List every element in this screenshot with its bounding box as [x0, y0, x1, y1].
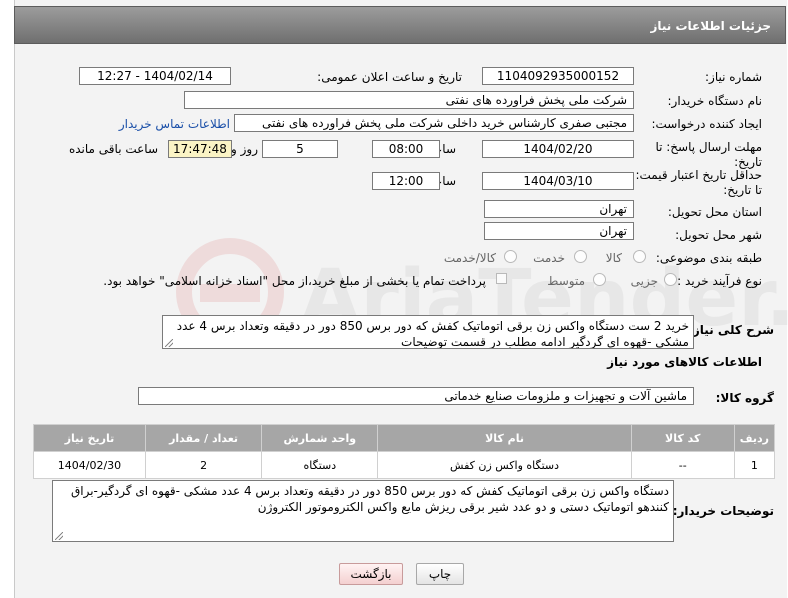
category-radio-goods[interactable]: [633, 250, 646, 263]
purchase-radio-medium[interactable]: [593, 273, 606, 286]
purchase-option-minor: جزیی: [630, 274, 658, 288]
table-row[interactable]: 1 -- دستگاه واکس زن کفش دستگاه 2 1404/02…: [33, 451, 776, 479]
deadline-label-2: تاریخ:: [734, 155, 762, 169]
table-header-unit: واحد شمارش: [261, 424, 379, 452]
deadline-time-field[interactable]: 08:00: [372, 140, 440, 158]
buyer-notes-field[interactable]: دستگاه واکس زن برقی اتوماتیک کفش که دور …: [52, 480, 674, 542]
category-option-service: خدمت: [533, 251, 565, 265]
category-label: طبقه بندی موضوعی:: [655, 251, 762, 265]
resize-grip-icon[interactable]: [55, 532, 63, 540]
table-header-row: ردیف کد کالا نام کالا واحد شمارش تعداد /…: [33, 424, 776, 452]
validity-time-field[interactable]: 12:00: [372, 172, 440, 190]
buyer-contact-link[interactable]: اطلاعات تماس خریدار: [119, 117, 230, 131]
city-label: شهر محل تحویل:: [675, 228, 762, 242]
goods-table: ردیف کد کالا نام کالا واحد شمارش تعداد /…: [33, 424, 776, 479]
goods-info-title: اطلاعات کالاهای مورد نیاز: [607, 355, 762, 369]
category-radio-service[interactable]: [574, 250, 587, 263]
purchase-radio-minor[interactable]: [664, 273, 677, 286]
requester-label: ایجاد کننده درخواست:: [651, 117, 762, 131]
category-option-goods: کالا: [605, 251, 622, 265]
general-description-label: شرح کلی نیاز:: [688, 323, 774, 337]
back-button[interactable]: بازگشت: [339, 563, 403, 585]
buyer-notes-label: توضیحات خریدار:: [672, 504, 774, 518]
announce-label: تاریخ و ساعت اعلان عمومی:: [317, 70, 462, 84]
buyer-notes-text: دستگاه واکس زن برقی اتوماتیک کفش که دور …: [70, 484, 669, 514]
validity-label-2: تا تاریخ:: [723, 183, 762, 197]
need-number-label: شماره نیاز:: [705, 70, 762, 84]
goods-group-label: گروه کالا:: [715, 391, 774, 405]
table-header-name: نام کالا: [377, 424, 632, 452]
deadline-date-field[interactable]: 1404/02/20: [482, 140, 634, 158]
category-option-both: کالا/خدمت: [443, 251, 496, 265]
remaining-time-label: ساعت باقی مانده: [68, 142, 158, 156]
remaining-time-field: 17:47:48: [168, 140, 232, 158]
page-header: جزئیات اطلاعات نیاز: [14, 6, 786, 44]
quantity-cell: 2: [144, 451, 263, 479]
table-header-code: کد کالا: [630, 424, 735, 452]
name-cell: دستگاه واکس زن کفش: [377, 451, 632, 479]
general-description-field[interactable]: خرید 2 ست دستگاه واکس زن برقی اتوماتیک ک…: [162, 315, 694, 349]
need-number-field[interactable]: 1104092935000152: [482, 67, 634, 85]
announce-field[interactable]: 1404/02/14 - 12:27: [79, 67, 231, 85]
general-description-text: خرید 2 ست دستگاه واکس زن برقی اتوماتیک ک…: [176, 319, 689, 349]
code-cell: --: [630, 451, 735, 479]
table-header-quantity: تعداد / مقدار: [144, 424, 263, 452]
print-button[interactable]: چاپ: [416, 563, 464, 585]
province-label: استان محل تحویل:: [667, 205, 762, 219]
purchase-type-label: نوع فرآیند خرید :: [677, 274, 762, 288]
table-header-date: تاریخ نیاز: [33, 424, 146, 452]
province-field[interactable]: تهران: [484, 200, 634, 218]
requester-field[interactable]: مجتبی صفری کارشناس خرید داخلی شرکت ملی پ…: [234, 114, 634, 132]
validity-date-field[interactable]: 1404/03/10: [482, 172, 634, 190]
table-header-row-number: ردیف: [733, 424, 776, 452]
deadline-days-field[interactable]: 5: [262, 140, 338, 158]
date-cell: 1404/02/30: [33, 451, 146, 479]
buyer-field[interactable]: شرکت ملی پخش فراورده های نفتی: [184, 91, 634, 109]
deadline-label-1: مهلت ارسال پاسخ: تا: [655, 140, 762, 154]
category-radio-both[interactable]: [504, 250, 517, 263]
goods-group-field[interactable]: ماشین آلات و تجهیزات و ملزومات صنایع خدم…: [138, 387, 694, 405]
deadline-days-label: روز و: [231, 142, 258, 156]
unit-cell: دستگاه: [261, 451, 379, 479]
purchase-option-medium: متوسط: [547, 274, 585, 288]
treasury-checkbox[interactable]: [496, 273, 507, 284]
page-title: جزئیات اطلاعات نیاز: [650, 19, 771, 33]
row-number-cell: 1: [733, 451, 776, 479]
treasury-note: پرداخت تمام یا بخشی از مبلغ خرید،از محل …: [103, 274, 486, 288]
buyer-label: نام دستگاه خریدار:: [667, 94, 763, 108]
validity-label-1: حداقل تاریخ اعتبار قیمت:: [635, 168, 762, 182]
resize-grip-icon[interactable]: [165, 339, 173, 347]
city-field[interactable]: تهران: [484, 222, 634, 240]
